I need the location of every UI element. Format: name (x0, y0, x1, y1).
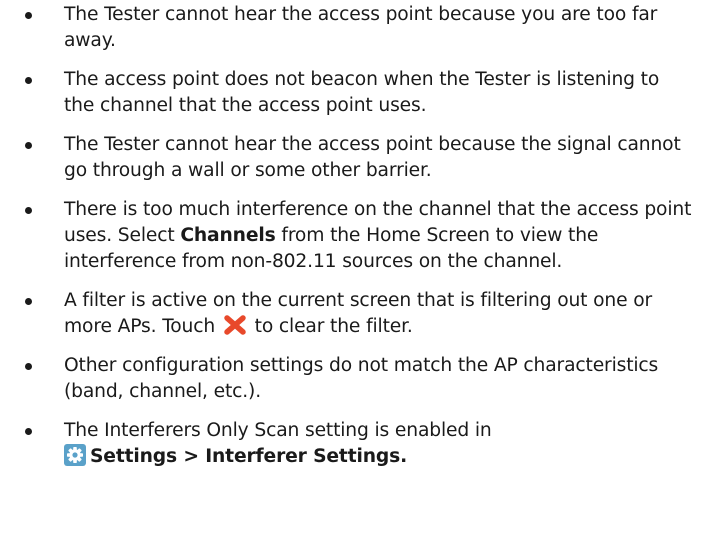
bullet-icon (25, 12, 32, 19)
list-item: A filter is active on the current screen… (16, 288, 692, 340)
item-text: Other configuration settings do not matc… (64, 355, 659, 402)
list-item: The Interferers Only Scan setting is ena… (16, 418, 692, 470)
bullet-icon (25, 207, 32, 214)
item-text: The access point does not beacon when th… (64, 69, 660, 116)
item-text-pre: The Interferers Only Scan setting is ena… (64, 420, 492, 441)
item-text: The Tester cannot hear the access point … (64, 134, 681, 181)
list-item: The access point does not beacon when th… (16, 67, 692, 119)
document-page: The Tester cannot hear the access point … (0, 0, 708, 533)
gear-icon (64, 444, 86, 466)
close-x-icon (224, 315, 246, 335)
bullet-icon (25, 363, 32, 370)
list-item: The Tester cannot hear the access point … (16, 2, 692, 54)
list-item: There is too much interference on the ch… (16, 197, 692, 275)
item-text-post: to clear the filter. (248, 316, 413, 337)
channels-label: Channels (180, 225, 276, 246)
item-text: The Tester cannot hear the access point … (64, 4, 658, 51)
list-item: The Tester cannot hear the access point … (16, 132, 692, 184)
bullet-icon (25, 298, 32, 305)
bullet-icon (25, 428, 32, 435)
list-item: Other configuration settings do not matc… (16, 353, 692, 405)
bullet-icon (25, 142, 32, 149)
settings-path-label: Settings > Interferer Settings. (90, 446, 408, 467)
bullet-icon (25, 77, 32, 84)
troubleshooting-list: The Tester cannot hear the access point … (16, 2, 692, 470)
